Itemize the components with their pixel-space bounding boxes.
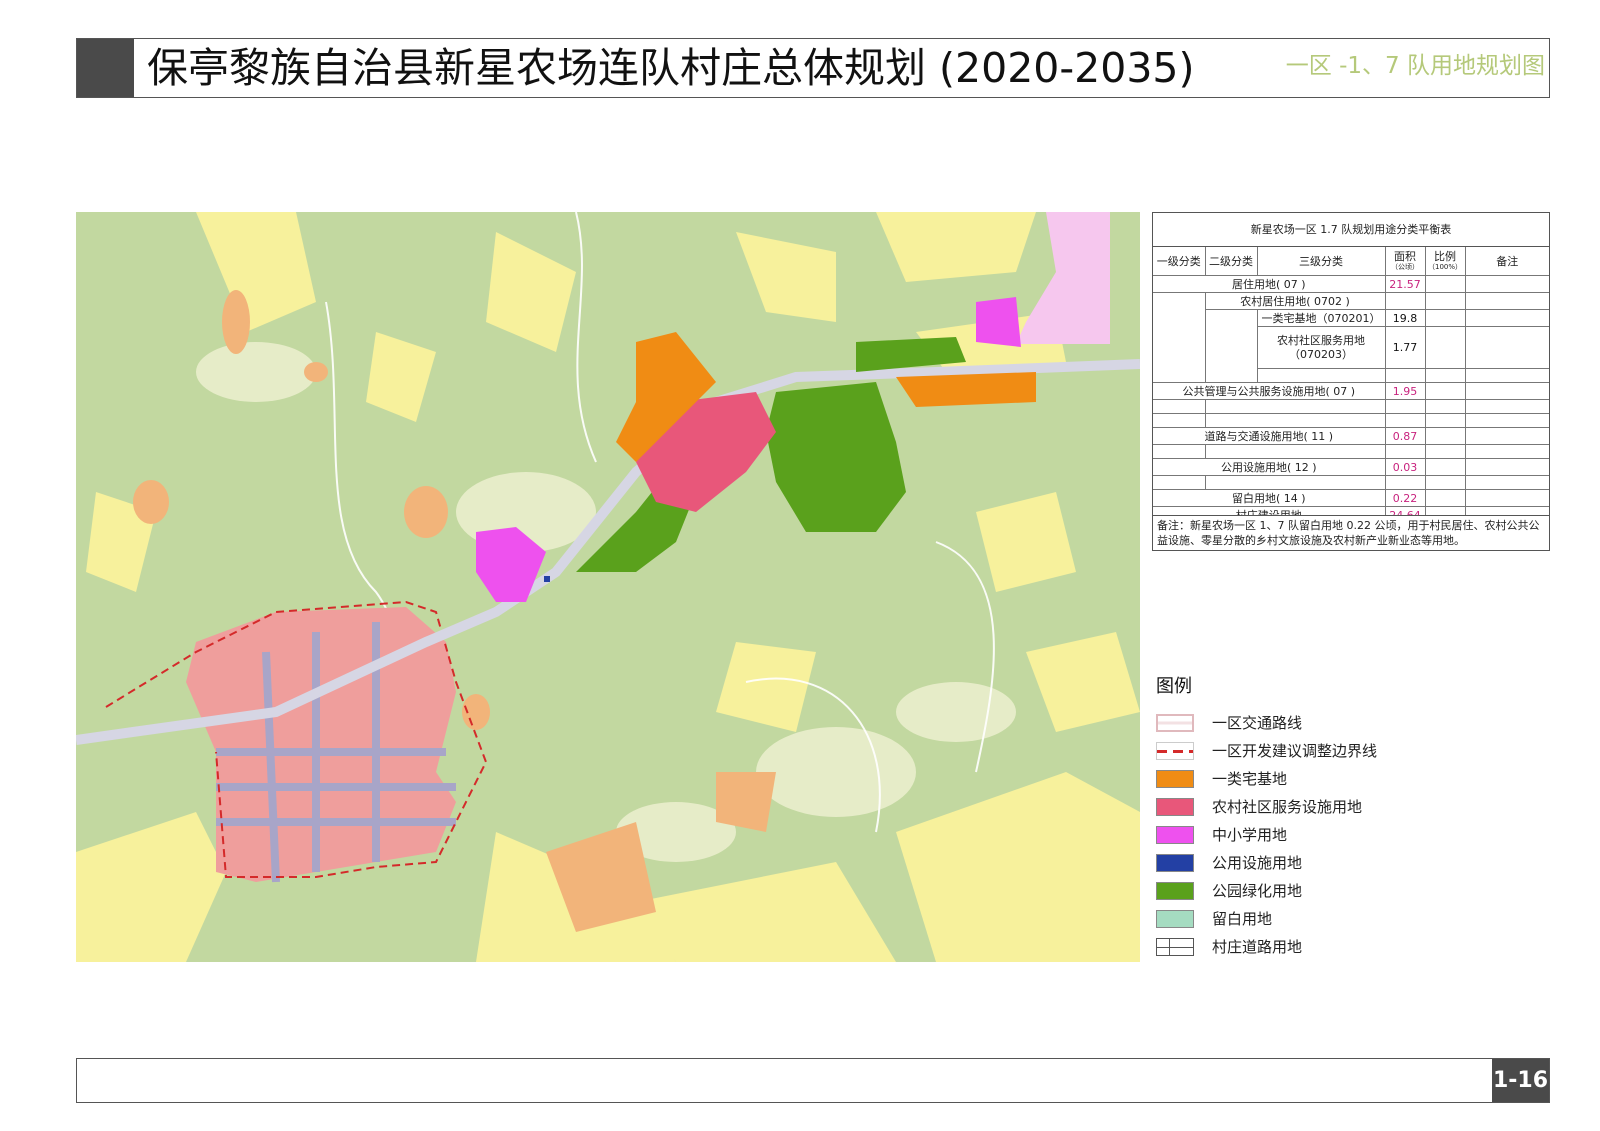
legend-label: 农村社区服务设施用地 bbox=[1212, 798, 1363, 816]
row-area: 0.22 bbox=[1384, 489, 1426, 507]
table-row: 道路与交通设施用地( 11 ) 0.87 bbox=[1153, 427, 1549, 445]
header-level1: 一级分类 bbox=[1153, 247, 1206, 276]
header-remark: 备注 bbox=[1464, 247, 1549, 276]
row-label: 留白用地( 14 ) bbox=[1153, 489, 1386, 507]
balance-table-grid: 一级分类 二级分类 三级分类 面积 （公顷） 比例 （100%） 备注 居住用地( … bbox=[1153, 247, 1549, 524]
map-canvas bbox=[76, 212, 1140, 962]
legend-swatch bbox=[1156, 938, 1194, 956]
legend-label: 公用设施用地 bbox=[1212, 854, 1303, 872]
map-utility-site bbox=[544, 576, 550, 582]
row-label: 居住用地( 07 ) bbox=[1153, 275, 1386, 293]
header-ratio: 比例 （100%） bbox=[1424, 247, 1466, 276]
legend-label: 一区开发建议调整边界线 bbox=[1212, 742, 1378, 760]
legend-title: 图例 bbox=[1156, 676, 1192, 697]
header-level2: 二级分类 bbox=[1204, 247, 1258, 276]
table-row bbox=[1153, 399, 1549, 414]
legend-swatch bbox=[1156, 854, 1194, 872]
legend-swatch bbox=[1156, 826, 1194, 844]
table-row: 一类宅基地（070201） 19.8 bbox=[1153, 309, 1549, 383]
legend-label: 中小学用地 bbox=[1212, 826, 1288, 844]
title-accent-block bbox=[77, 39, 134, 97]
row-label: 公共管理与公共服务设施用地( 07 ) bbox=[1153, 382, 1386, 400]
row-label: 农村社区服务用地 （070203） bbox=[1257, 326, 1386, 369]
legend-label: 村庄道路用地 bbox=[1212, 938, 1303, 956]
table-row: 留白用地( 14 ) 0.22 bbox=[1153, 489, 1549, 507]
legend-swatch bbox=[1156, 714, 1194, 732]
row-area: 19.8 bbox=[1384, 309, 1426, 327]
row-label: 道路与交通设施用地( 11 ) bbox=[1153, 427, 1386, 445]
title-bar: 保亭黎族自治县新星农场连队村庄总体规划 (2020-2035) 一区 -1、7 … bbox=[76, 38, 1550, 98]
map-school-small bbox=[976, 297, 1021, 347]
page-number: 1-16 bbox=[1492, 1059, 1549, 1102]
row-label: 公用设施用地( 12 ) bbox=[1153, 458, 1386, 476]
row-area: 1.77 bbox=[1384, 326, 1426, 369]
legend-swatch bbox=[1156, 798, 1194, 816]
row-area: 21.57 bbox=[1384, 275, 1426, 293]
row-label: 一类宅基地（070201） bbox=[1256, 309, 1386, 327]
legend-swatch bbox=[1156, 742, 1194, 760]
table-note: 备注：新星农场一区 1、7 队留白用地 0.22 公顷，用于村民居住、农村公共公… bbox=[1152, 515, 1550, 551]
legend-label: 一区交通路线 bbox=[1212, 714, 1303, 732]
header-area: 面积 （公顷） bbox=[1384, 247, 1426, 276]
legend-swatch bbox=[1156, 770, 1194, 788]
page-title: 保亭黎族自治县新星农场连队村庄总体规划 (2020-2035) bbox=[147, 44, 1195, 92]
legend-swatch bbox=[1156, 910, 1194, 928]
map-subtitle: 一区 -1、7 队用地规划图 bbox=[1285, 53, 1545, 79]
table-row bbox=[1153, 444, 1549, 459]
table-row bbox=[1153, 413, 1549, 428]
map-homestead-east bbox=[896, 372, 1036, 407]
legend-swatch bbox=[1156, 882, 1194, 900]
legend-label: 公园绿化用地 bbox=[1212, 882, 1303, 900]
row-area: 1.95 bbox=[1384, 382, 1426, 400]
table-row: 农村居住用地( 0702 ) bbox=[1153, 292, 1549, 383]
table-header-row: 一级分类 二级分类 三级分类 面积 （公顷） 比例 （100%） 备注 bbox=[1153, 247, 1549, 276]
table-row: 公共管理与公共服务设施用地( 07 ) 1.95 bbox=[1153, 382, 1549, 400]
legend-label: 一类宅基地 bbox=[1212, 770, 1288, 788]
table-row: 居住用地( 07 ) 21.57 bbox=[1153, 275, 1549, 293]
row-label: 农村居住用地( 0702 ) bbox=[1204, 292, 1386, 310]
legend-label: 留白用地 bbox=[1212, 910, 1273, 928]
land-use-map[interactable] bbox=[76, 212, 1140, 962]
land-use-balance-table: 新星农场一区 1.7 队规划用途分类平衡表 一级分类 二级分类 三级分类 面积（… bbox=[1152, 212, 1550, 525]
table-row bbox=[1153, 475, 1549, 490]
row-area: 0.87 bbox=[1384, 427, 1426, 445]
header-level3: 三级分类 bbox=[1256, 247, 1386, 276]
table-row: 公用设施用地( 12 ) 0.03 bbox=[1153, 458, 1549, 476]
row-area: 0.03 bbox=[1384, 458, 1426, 476]
table-title: 新星农场一区 1.7 队规划用途分类平衡表 bbox=[1153, 213, 1549, 247]
footer-bar: 1-16 bbox=[76, 1058, 1550, 1103]
